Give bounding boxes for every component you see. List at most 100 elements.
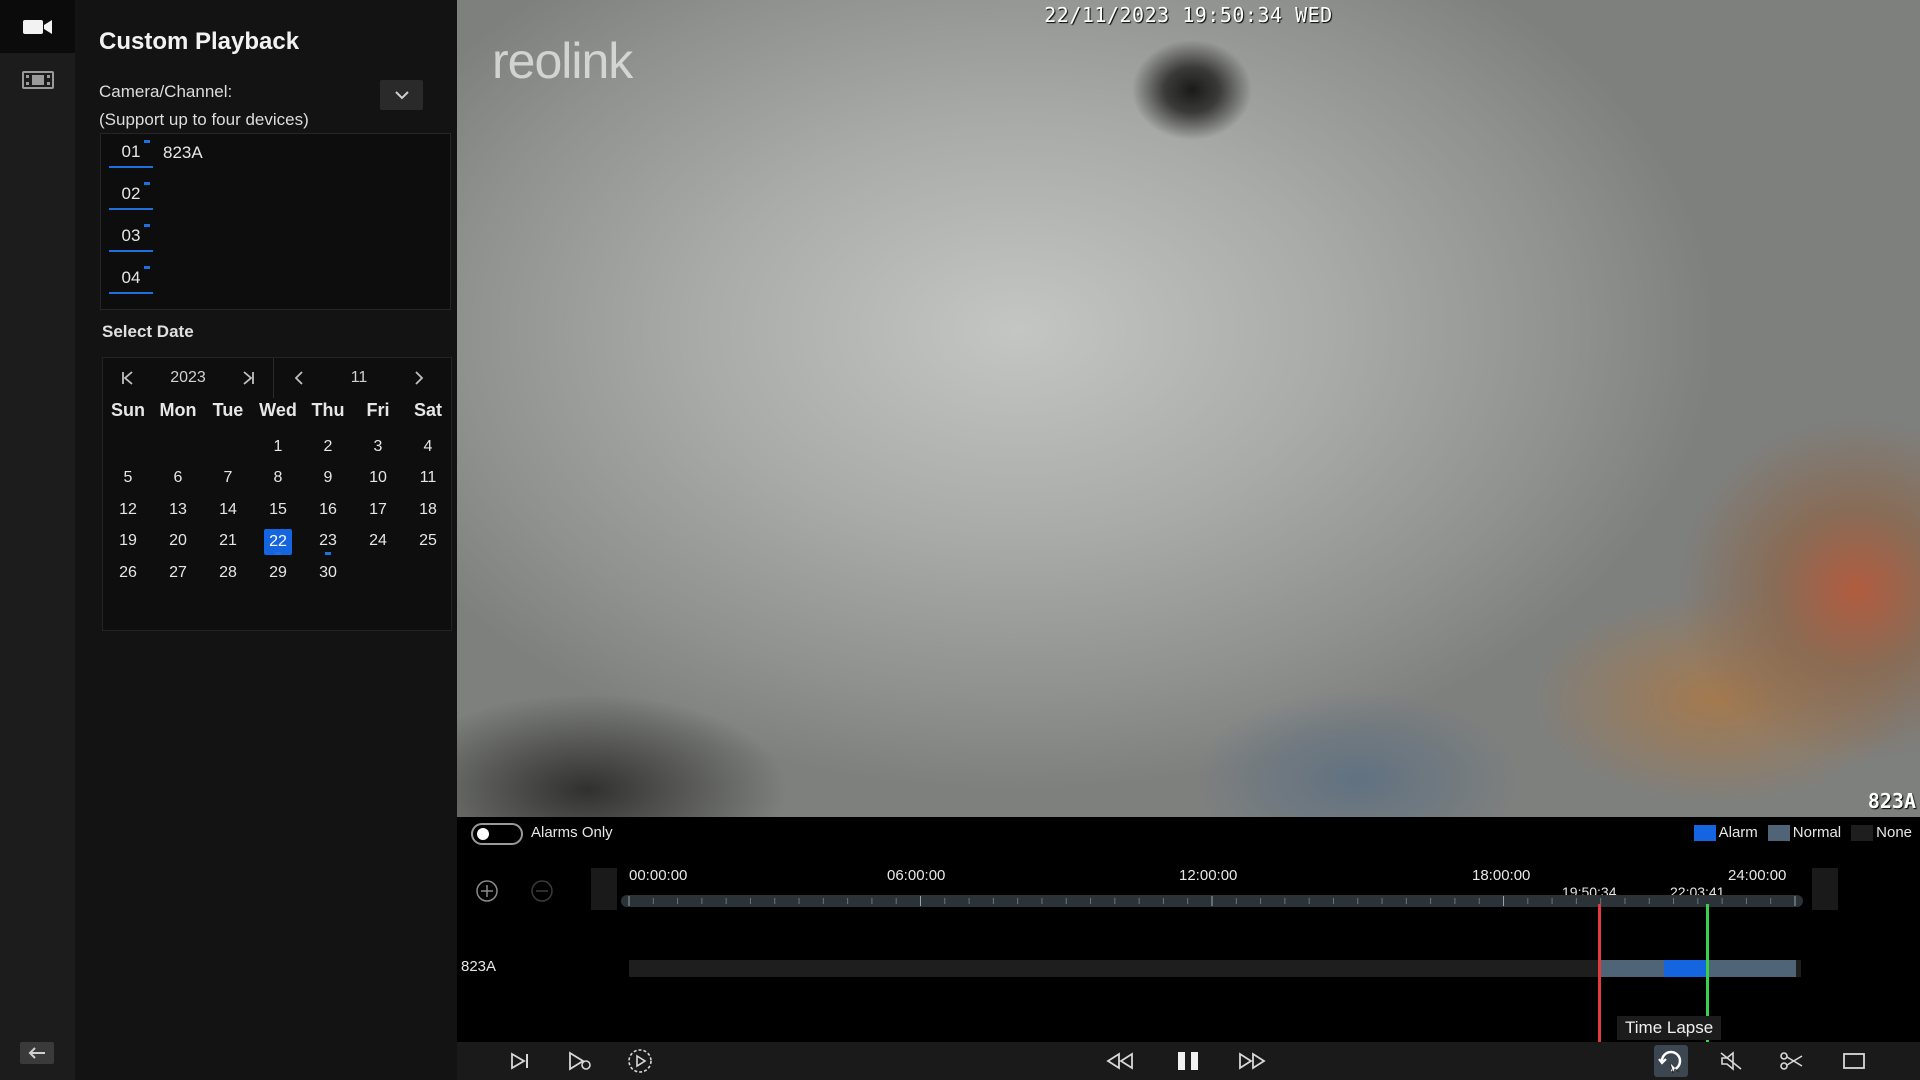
- calendar-day[interactable]: 5: [103, 466, 153, 490]
- calendar-day[interactable]: 29: [253, 561, 303, 585]
- alarms-only-toggle[interactable]: [471, 823, 523, 845]
- chevron-down-icon: [394, 90, 410, 100]
- calendar-day[interactable]: 4: [403, 435, 453, 459]
- left-rail: [0, 0, 75, 1080]
- mute-button[interactable]: [1715, 1045, 1749, 1077]
- calendar-day-label: 29: [269, 563, 287, 581]
- track-camera-name: 823A: [461, 958, 497, 975]
- timeline-legend: Alarm Normal None: [1684, 824, 1912, 841]
- next-year-button[interactable]: [223, 371, 273, 385]
- fast-forward-button[interactable]: [1235, 1045, 1269, 1077]
- video-view[interactable]: 22/11/2023 19:50:34 WED reolink 823A: [457, 0, 1920, 817]
- calendar-day[interactable]: 7: [203, 466, 253, 490]
- calendar-week-row: 12 13 14 15 16 17 18: [103, 494, 453, 526]
- calendar-day[interactable]: 24: [353, 529, 403, 553]
- time-lapse-button[interactable]: [1654, 1045, 1688, 1077]
- clip-button[interactable]: [1775, 1045, 1809, 1077]
- calendar-day-label: 11: [419, 469, 437, 487]
- next-frame-button[interactable]: [503, 1045, 537, 1077]
- timeline-scroll-right[interactable]: [1812, 868, 1838, 910]
- clip-play-button[interactable]: [563, 1045, 597, 1077]
- calendar-day[interactable]: 14: [203, 498, 253, 522]
- calendar-day[interactable]: 19: [103, 529, 153, 553]
- calendar-day[interactable]: 30: [303, 561, 353, 585]
- calendar-day[interactable]: 27: [153, 561, 203, 585]
- channel-slot-1[interactable]: 01 823A: [109, 138, 203, 168]
- calendar-empty-cell: [403, 561, 453, 585]
- prev-month-button[interactable]: [274, 371, 324, 385]
- calendar-day[interactable]: 11: [403, 466, 453, 490]
- timeline-ruler[interactable]: [621, 895, 1803, 907]
- camera-label-text: Camera/Channel:: [99, 82, 233, 101]
- collapse-panel-button[interactable]: [20, 1042, 54, 1064]
- calendar-day[interactable]: 13: [153, 498, 203, 522]
- tick-label: 24:00:00: [1728, 867, 1787, 884]
- pause-icon: [1175, 1051, 1201, 1071]
- calendar-day[interactable]: 21: [203, 529, 253, 553]
- calendar-day[interactable]: 1: [253, 435, 303, 459]
- step-forward-icon: [508, 1052, 532, 1070]
- zoom-out-button[interactable]: [530, 879, 554, 903]
- channel-slot-2[interactable]: 02: [109, 180, 163, 210]
- calendar-day[interactable]: 12: [103, 498, 153, 522]
- video-camera-icon: [21, 16, 55, 38]
- calendar-day[interactable]: 17: [353, 498, 403, 522]
- calendar-day[interactable]: 6: [153, 466, 203, 490]
- calendar-day[interactable]: 2: [303, 435, 353, 459]
- calendar-day[interactable]: 22: [253, 529, 303, 556]
- last-page-icon: [223, 371, 273, 385]
- calendar-days: 1 2 3 4 5 6 7 8 9 10 11 12 13 14 15 16 17 18 19 20 21 22 23 24 2…: [103, 431, 453, 589]
- film-strip-icon: [21, 69, 55, 91]
- speaker-muted-icon: [1719, 1051, 1745, 1071]
- calendar-day-label: 6: [173, 469, 183, 487]
- calendar-day-label: 25: [419, 532, 437, 550]
- weekday-label: Sun: [111, 400, 145, 420]
- rewind-button[interactable]: [1103, 1045, 1137, 1077]
- fullscreen-button[interactable]: [1837, 1045, 1871, 1077]
- calendar-day[interactable]: 23: [303, 529, 353, 556]
- osd-camera-name: 823A: [1867, 789, 1916, 813]
- channel-number: 04: [109, 264, 153, 294]
- calendar-day[interactable]: 18: [403, 498, 453, 522]
- calendar-day[interactable]: 26: [103, 561, 153, 585]
- calendar-day[interactable]: 20: [153, 529, 203, 553]
- calendar-day[interactable]: 16: [303, 498, 353, 522]
- channel-name: 823A: [163, 143, 203, 162]
- tooltip: Time Lapse: [1617, 1016, 1722, 1040]
- calendar-week-row: 1 2 3 4: [103, 431, 453, 463]
- calendar-week-row: 5 6 7 8 9 10 11: [103, 463, 453, 495]
- arrow-left-icon: [27, 1046, 47, 1060]
- select-date-label: Select Date: [102, 322, 194, 341]
- recording-segment-alarm[interactable]: [1664, 960, 1706, 977]
- legend-swatch-normal: [1767, 824, 1790, 841]
- weekday-label: Wed: [259, 400, 297, 420]
- live-view-button[interactable]: [0, 0, 75, 53]
- timeline-scroll-left[interactable]: [591, 868, 617, 910]
- calendar-day-label: 9: [323, 469, 333, 487]
- calendar-day[interactable]: 15: [253, 498, 303, 522]
- channel-slot-3[interactable]: 03: [109, 222, 163, 252]
- calendar-day-label: 27: [169, 563, 187, 581]
- recording-track[interactable]: [629, 960, 1801, 977]
- calendar-day[interactable]: 28: [203, 561, 253, 585]
- calendar-day-label: 30: [319, 563, 337, 581]
- channel-slot-4[interactable]: 04: [109, 264, 163, 294]
- next-month-button[interactable]: [394, 371, 444, 385]
- weekday-header: Sun Mon Tue Wed Thu Fri Sat: [103, 400, 453, 421]
- calendar-day[interactable]: 25: [403, 529, 453, 553]
- calendar-day[interactable]: 9: [303, 466, 353, 490]
- pause-button[interactable]: [1171, 1045, 1205, 1077]
- sync-playback-button[interactable]: [623, 1045, 657, 1077]
- zoom-in-button[interactable]: [475, 879, 499, 903]
- legend-label-normal: Normal: [1792, 824, 1842, 841]
- channel-number: 01: [109, 138, 153, 168]
- calendar-day-label: 12: [119, 500, 137, 518]
- calendar-day[interactable]: 3: [353, 435, 403, 459]
- calendar-day[interactable]: 10: [353, 466, 403, 490]
- calendar-day[interactable]: 8: [253, 466, 303, 490]
- calendar-empty-cell: [153, 435, 203, 459]
- playhead-current[interactable]: [1598, 904, 1601, 1042]
- playback-button[interactable]: [0, 53, 75, 106]
- prev-year-button[interactable]: [103, 371, 153, 385]
- camera-select-dropdown[interactable]: [380, 80, 423, 110]
